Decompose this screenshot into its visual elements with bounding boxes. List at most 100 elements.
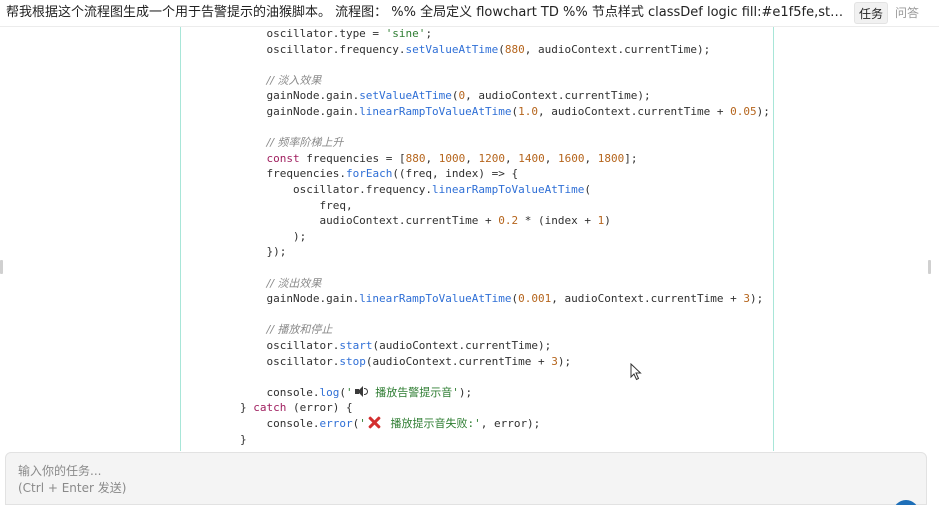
code-line: gainNode.gain.linearRampToValueAtTime(1.…: [187, 104, 770, 120]
code-token: ': [345, 385, 353, 399]
code-token: (audioContext.currentTime +: [365, 354, 552, 368]
code-token: audioContext.currentTime +: [187, 214, 499, 228]
code-token: // 淡出效果: [266, 276, 322, 290]
code-token: setValueAtTime: [405, 42, 499, 56]
code-token: , error);: [480, 417, 541, 430]
code-token: // 频率阶梯上升: [266, 136, 344, 150]
code-token: 播放提示音失败:': [383, 417, 481, 430]
code-token: oscillator.: [187, 354, 340, 368]
code-token: setValueAtTime: [359, 89, 452, 103]
code-token: (: [339, 385, 346, 399]
code-line: );: [187, 229, 306, 245]
code-token: ((freq, index) => {: [392, 167, 519, 181]
code-token: 1400: [518, 151, 545, 165]
code-token: });: [187, 245, 287, 259]
code-token: error: [319, 417, 353, 430]
code-token: (error) {: [286, 401, 353, 415]
code-token: , audioContext.currentTime +: [538, 105, 731, 118]
code-token: ,: [584, 151, 598, 165]
code-token: 880: [405, 151, 426, 165]
code-token: 0.001: [518, 292, 552, 306]
code-line: oscillator.stop(audioContext.currentTime…: [187, 354, 571, 370]
right-resize-handle[interactable]: [928, 260, 931, 274]
code-line: }: [187, 432, 247, 448]
code-token: 'sine': [385, 27, 426, 40]
code-token: ,: [465, 151, 479, 165]
code-token: );: [749, 292, 764, 306]
code-token: ,: [544, 151, 558, 165]
code-token: 1200: [478, 151, 505, 165]
code-token: , audioContext.currentTime);: [524, 42, 711, 56]
code-line: frequencies.forEach((freq, index) => {: [187, 166, 518, 182]
code-line: freq,: [187, 198, 353, 214]
tab-qa[interactable]: 问答: [892, 2, 922, 24]
code-token: 1.0: [518, 105, 539, 118]
code-token: }: [187, 401, 254, 415]
code-token: oscillator.frequency.: [187, 42, 406, 56]
code-token: }: [187, 432, 247, 446]
tab-task[interactable]: 任务: [854, 2, 888, 24]
speaker-icon: [354, 385, 368, 397]
code-token: 0.05: [730, 105, 757, 118]
code-panel: oscillator.type = 'sine'; oscillator.fre…: [180, 27, 774, 451]
code-token: );: [756, 105, 770, 118]
code-token: 播放告警提示音': [368, 385, 459, 399]
task-input-area[interactable]: 输入你的任务... (Ctrl + Enter 发送): [5, 452, 927, 505]
cross-icon: [368, 416, 381, 429]
code-token: (: [498, 42, 505, 56]
code-token: freq,: [187, 198, 353, 212]
code-line: audioContext.currentTime + 0.2 * (index …: [187, 213, 611, 229]
code-token: ,: [504, 151, 519, 165]
code-token: gainNode.gain.: [187, 89, 360, 103]
mouse-cursor-icon: [630, 363, 642, 381]
code-token: oscillator.frequency.: [187, 183, 433, 196]
code-token: oscillator.: [187, 339, 340, 352]
code-token: 3: [551, 354, 558, 368]
code-token: // 播放和停止: [266, 323, 333, 337]
code-token: );: [557, 354, 572, 368]
code-token: ': [359, 417, 366, 430]
code-token: 880: [504, 42, 525, 56]
code-line: // 淡入效果: [187, 73, 321, 89]
send-shortcut-hint: (Ctrl + Enter 发送): [18, 481, 127, 495]
code-token: frequencies = [: [299, 151, 406, 165]
code-line: console.log(' 播放告警提示音');: [187, 385, 472, 401]
code-line: // 播放和停止: [187, 322, 332, 338]
code-line: // 频率阶梯上升: [187, 135, 343, 151]
code-line: console.error(' 播放提示音失败:', error);: [187, 416, 540, 432]
task-title: 帮我根据这个流程图生成一个用于告警提示的油猴脚本。 流程图： %% 全局定义 f…: [6, 5, 846, 20]
code-token: linearRampToValueAtTime: [432, 183, 585, 196]
code-token: forEach: [345, 167, 393, 181]
left-resize-handle[interactable]: [0, 260, 3, 274]
code-token: * (index +: [518, 214, 598, 228]
code-token: oscillator.type =: [187, 27, 386, 40]
code-line: oscillator.frequency.setValueAtTime(880,…: [187, 42, 710, 58]
code-token: (audioContext.currentTime);: [372, 339, 552, 352]
code-token: // 淡入效果: [266, 73, 322, 87]
code-token: (: [584, 183, 591, 196]
code-line: gainNode.gain.linearRampToValueAtTime(0.…: [187, 291, 763, 307]
code-line: gainNode.gain.setValueAtTime(0, audioCon…: [187, 88, 650, 104]
task-input-placeholder: 输入你的任务...: [18, 464, 102, 478]
code-token: stop: [339, 354, 366, 368]
code-token: , audioContext.currentTime +: [551, 292, 744, 306]
code-token: gainNode.gain.: [187, 105, 360, 118]
code-token: );: [458, 385, 473, 399]
code-token: );: [187, 229, 307, 243]
code-token: ): [604, 214, 611, 228]
code-line: const frequencies = [880, 1000, 1200, 14…: [187, 151, 637, 167]
code-token: start: [339, 339, 373, 352]
code-token: catch: [253, 401, 287, 415]
code-token: ];: [624, 151, 638, 165]
code-token: linearRampToValueAtTime: [359, 105, 512, 118]
code-token: 3: [743, 292, 750, 306]
code-line: oscillator.type = 'sine';: [187, 27, 432, 42]
code-token: 1600: [557, 151, 585, 165]
code-token: 1800: [597, 151, 625, 165]
code-token: ;: [425, 27, 433, 40]
